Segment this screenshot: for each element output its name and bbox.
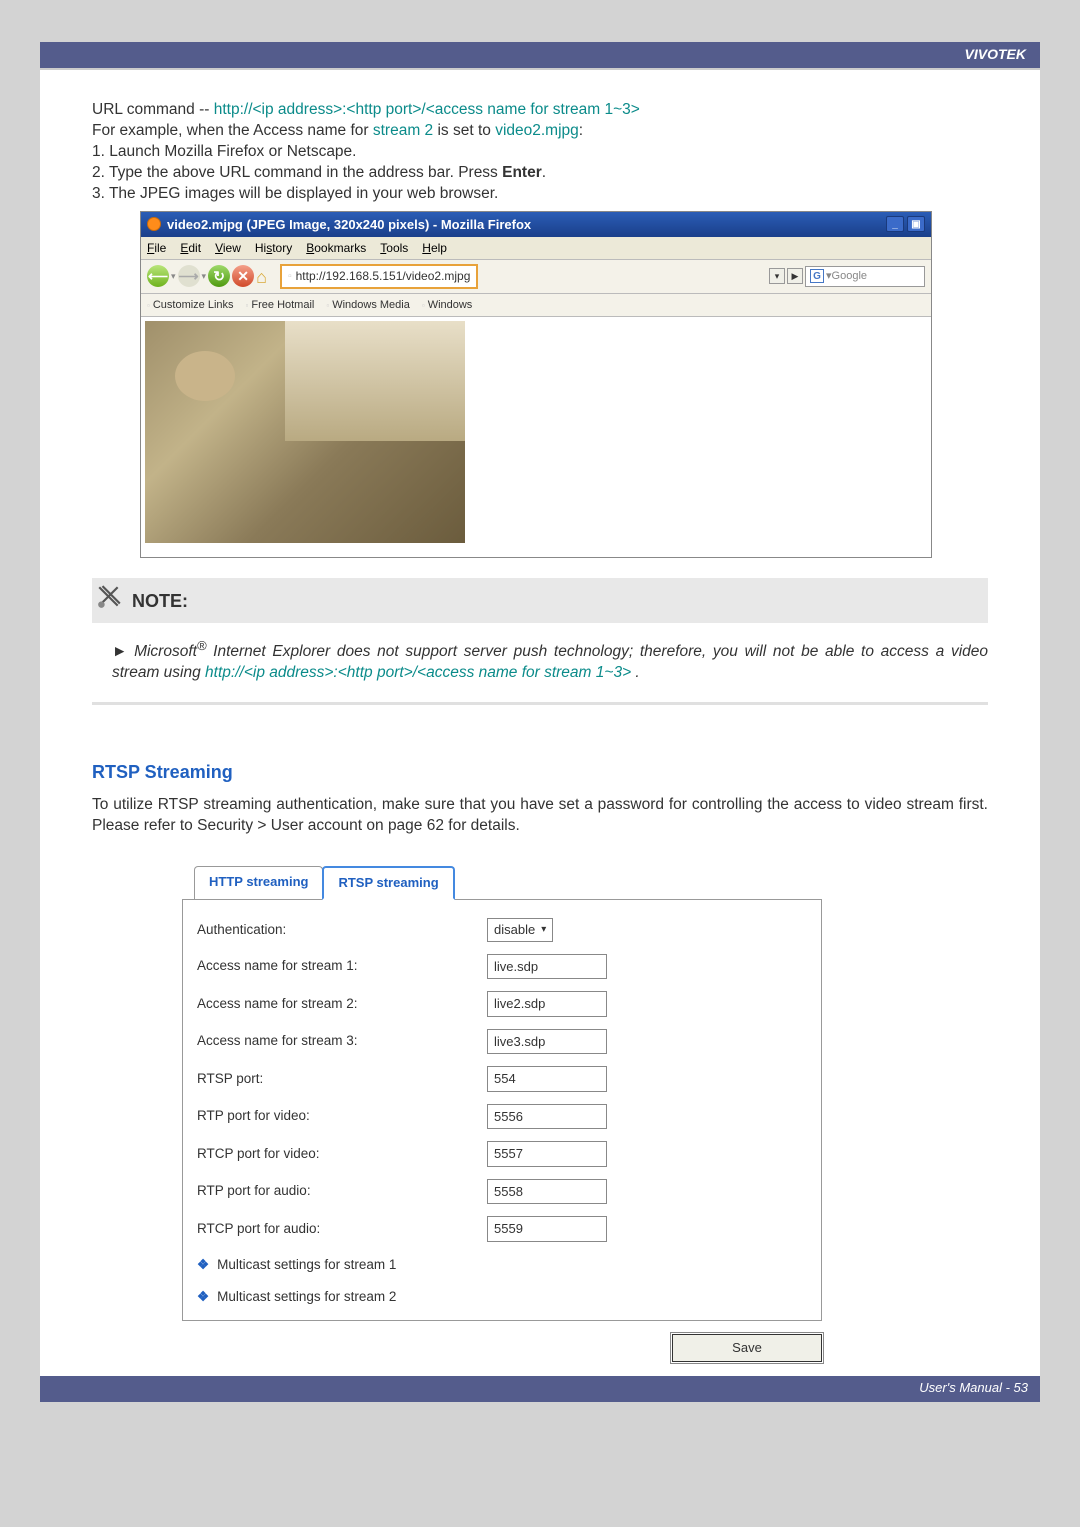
auth-label: Authentication: [197, 921, 487, 939]
bookmark-wmedia[interactable]: Windows Media [326, 298, 409, 313]
menu-help[interactable]: Help [422, 240, 447, 256]
bookmark-customize[interactable]: Customize Links [147, 298, 234, 313]
note-divider [92, 702, 988, 705]
rtcp-audio-label: RTCP port for audio: [197, 1220, 487, 1238]
step-2: 2. Type the above URL command in the add… [92, 163, 988, 184]
menu-file[interactable]: File [147, 240, 166, 256]
multicast-stream1[interactable]: ❖ Multicast settings for stream 1 [197, 1256, 807, 1274]
forward-icon[interactable]: ⟶ [178, 265, 200, 287]
note-box: NOTE: [92, 578, 988, 623]
home-icon[interactable]: ⌂ [256, 265, 278, 287]
step-3: 3. The JPEG images will be displayed in … [92, 184, 988, 205]
rtsp-title: RTSP Streaming [92, 760, 988, 784]
rtcp-video-input[interactable]: 5557 [487, 1141, 607, 1167]
step-1: 1. Launch Mozilla Firefox or Netscape. [92, 142, 988, 163]
firefox-icon [147, 217, 161, 231]
menubar: File Edit View History Bookmarks Tools H… [141, 237, 931, 260]
url-command-line: URL command -- http://<ip address>:<http… [92, 100, 988, 121]
menu-edit[interactable]: Edit [180, 240, 201, 256]
settings-panel: HTTP streaming RTSP streaming Authentica… [182, 866, 822, 1361]
rtcp-video-label: RTCP port for video: [197, 1145, 487, 1163]
maximize-icon[interactable]: ▣ [907, 216, 925, 232]
bookmark-hotmail[interactable]: Free Hotmail [246, 298, 315, 313]
address-bar[interactable]: http://192.168.5.151/video2.mjpg [280, 264, 478, 288]
example-line: For example, when the Access name for st… [92, 121, 988, 142]
auth-select[interactable]: disable [487, 918, 553, 942]
expand-icon: ❖ [197, 1288, 209, 1306]
expand-icon: ❖ [197, 1256, 209, 1274]
google-icon: G [810, 269, 824, 283]
stop-icon[interactable]: ✕ [232, 265, 254, 287]
menu-view[interactable]: View [215, 240, 241, 256]
dropdown-icon[interactable]: ▾ [769, 268, 785, 284]
rtcp-audio-input[interactable]: 5559 [487, 1216, 607, 1242]
minimize-icon[interactable]: _ [886, 216, 904, 232]
note-title: NOTE: [132, 589, 188, 613]
rtsp-port-input[interactable]: 554 [487, 1066, 607, 1092]
brand-header: VIVOTEK [40, 42, 1040, 68]
stream1-label: Access name for stream 1: [197, 957, 487, 975]
reload-icon[interactable]: ↻ [208, 265, 230, 287]
stream3-label: Access name for stream 3: [197, 1032, 487, 1050]
note-icon [96, 584, 122, 617]
stream1-input[interactable]: live.sdp [487, 954, 607, 980]
window-title: video2.mjpg (JPEG Image, 320x240 pixels)… [167, 216, 531, 234]
window-titlebar: video2.mjpg (JPEG Image, 320x240 pixels)… [141, 212, 931, 238]
menu-history[interactable]: History [255, 240, 292, 256]
rtsp-text: To utilize RTSP streaming authentication… [92, 795, 988, 837]
browser-screenshot: video2.mjpg (JPEG Image, 320x240 pixels)… [140, 211, 932, 559]
bookmarks-bar: Customize Links Free Hotmail Windows Med… [141, 294, 931, 318]
video-preview-image [145, 321, 465, 543]
menu-tools[interactable]: Tools [380, 240, 408, 256]
menu-bookmarks[interactable]: Bookmarks [306, 240, 366, 256]
rtp-video-label: RTP port for video: [197, 1107, 487, 1125]
stream2-input[interactable]: live2.sdp [487, 991, 607, 1017]
bookmark-windows[interactable]: Windows [422, 298, 472, 313]
save-button[interactable]: Save [672, 1334, 822, 1362]
rtp-audio-input[interactable]: 5558 [487, 1179, 607, 1205]
back-icon[interactable]: ⟵ [147, 265, 169, 287]
tab-http-streaming[interactable]: HTTP streaming [194, 866, 323, 900]
tab-rtsp-streaming[interactable]: RTSP streaming [322, 866, 454, 900]
toolbar: ⟵ ▾ ⟶ ▾ ↻ ✕ ⌂ http://192.168.5.151/video… [141, 260, 931, 293]
header-divider [40, 68, 1040, 70]
footer: User's Manual - 53 [40, 1376, 1040, 1402]
rtp-audio-label: RTP port for audio: [197, 1182, 487, 1200]
multicast-stream2[interactable]: ❖ Multicast settings for stream 2 [197, 1288, 807, 1306]
go-icon[interactable]: ▶ [787, 268, 803, 284]
note-text: ► Microsoft® Internet Explorer does not … [112, 637, 988, 684]
stream2-label: Access name for stream 2: [197, 995, 487, 1013]
rtsp-port-label: RTSP port: [197, 1070, 487, 1088]
stream3-input[interactable]: live3.sdp [487, 1029, 607, 1055]
rtp-video-input[interactable]: 5556 [487, 1104, 607, 1130]
search-input[interactable]: G▾ Google [805, 266, 925, 287]
